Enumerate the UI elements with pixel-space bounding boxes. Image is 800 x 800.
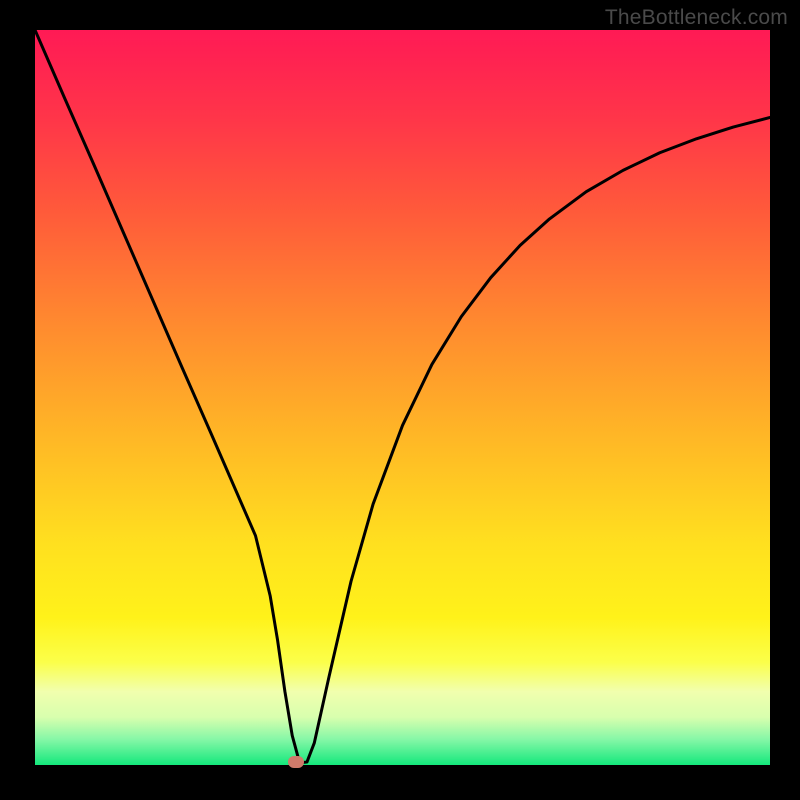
chart-frame: TheBottleneck.com [0,0,800,800]
plot-area [35,30,770,765]
optimal-point-marker [288,756,304,768]
watermark-text: TheBottleneck.com [605,6,788,30]
bottleneck-curve [35,30,770,765]
